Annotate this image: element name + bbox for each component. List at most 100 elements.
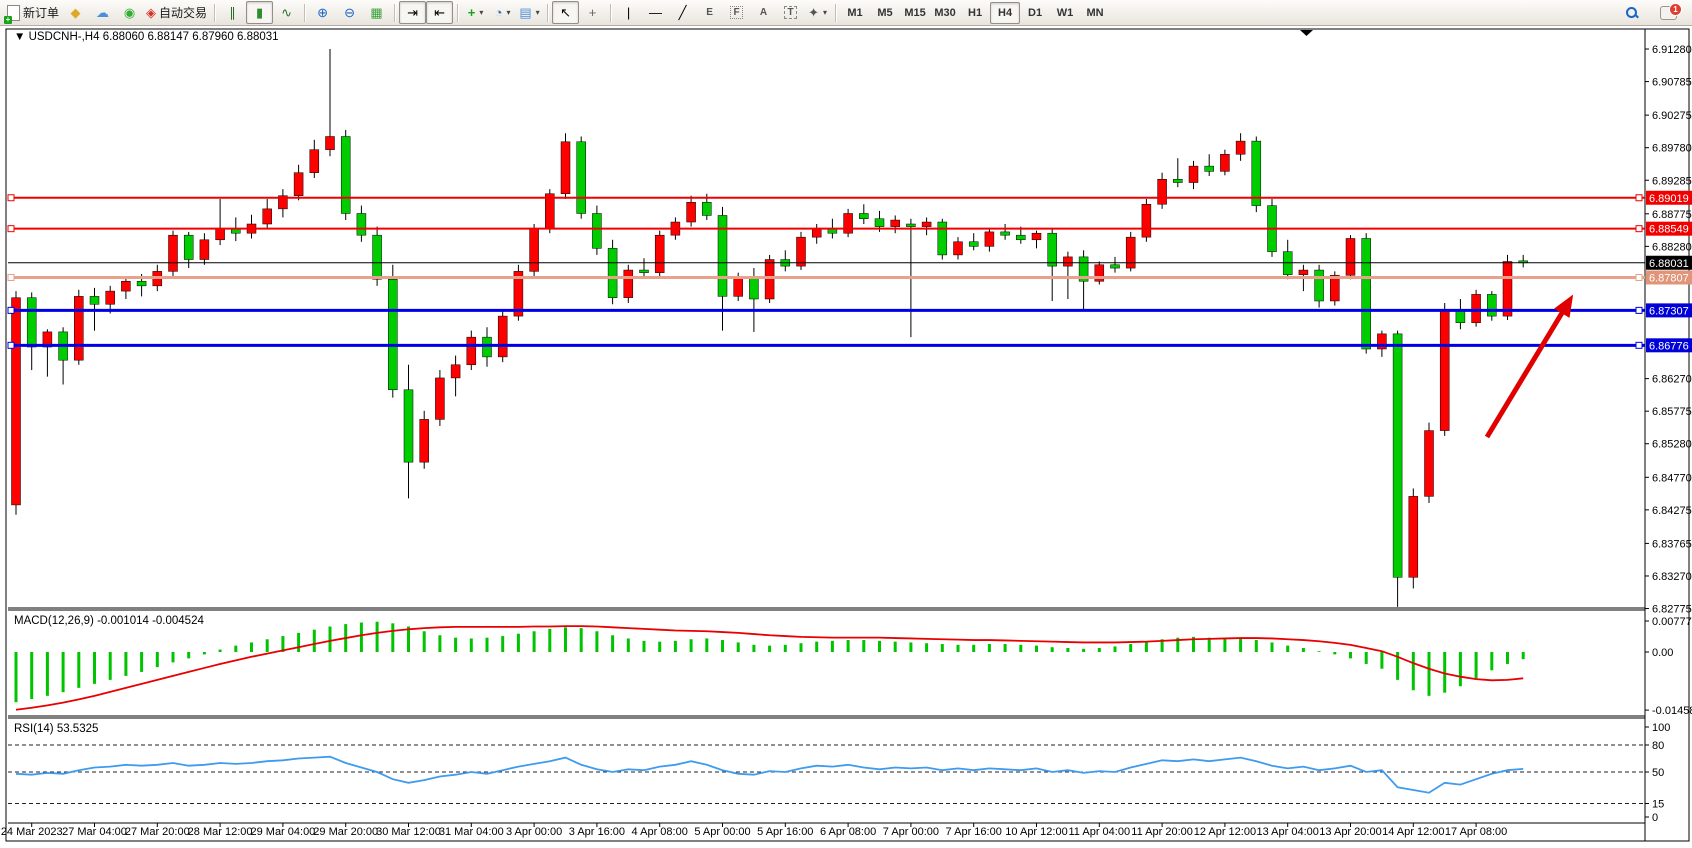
candle-bullish — [451, 365, 460, 378]
candle-bullish — [12, 298, 21, 505]
macd-histogram-bar — [77, 652, 80, 688]
price-tick-label: 6.84275 — [1652, 505, 1692, 517]
templates-button[interactable]: ▤ ▾ — [516, 1, 543, 24]
candle-bullish — [435, 378, 444, 419]
candlestick-chart-button[interactable]: ▮ — [246, 1, 273, 24]
candle-bullish — [294, 173, 303, 196]
macd-histogram-bar — [250, 642, 253, 652]
candle-bearish — [1252, 141, 1261, 205]
price-badge-label: 6.89019 — [1649, 193, 1689, 205]
hline-left-handle[interactable] — [8, 307, 14, 313]
notification-badge: 1 — [1669, 3, 1682, 16]
timeframe-button-h4[interactable]: H4 — [990, 2, 1020, 24]
metaeditor-button[interactable]: ◆ — [62, 1, 89, 24]
candle-bullish — [1063, 257, 1072, 266]
time-label: 13 Apr 04:00 — [1257, 826, 1319, 838]
bar-chart-button[interactable]: ∥ — [219, 1, 246, 24]
timeframe-button-mn[interactable]: MN — [1080, 2, 1110, 24]
cursor-button[interactable]: ↖ — [552, 1, 579, 24]
tile-windows-button[interactable]: ▦ — [363, 1, 390, 24]
time-label: 24 Mar 2023 — [1, 826, 63, 838]
hline-right-handle[interactable] — [1636, 226, 1642, 232]
chart-title[interactable]: ▼ USDCNH-,H4 6.88060 6.88147 6.87960 6.8… — [14, 31, 279, 43]
chart-canvas[interactable]: ▼ USDCNH-,H4 6.88060 6.88147 6.87960 6.8… — [0, 26, 1692, 848]
auto-scroll-button[interactable]: ⇥ — [399, 1, 426, 24]
timeframe-button-m15[interactable]: M15 — [900, 2, 930, 24]
candle-bearish — [1487, 294, 1496, 316]
arrows-button[interactable]: ✦ ▾ — [804, 1, 831, 24]
separator — [610, 4, 611, 22]
timeframe-button-m1[interactable]: M1 — [840, 2, 870, 24]
macd-histogram-bar — [109, 652, 112, 680]
new-order-label: 新订单 — [23, 4, 59, 21]
candle-bullish — [106, 291, 115, 304]
label-button[interactable]: T — [777, 1, 804, 24]
candle-bearish — [1048, 233, 1057, 266]
hline-left-handle[interactable] — [8, 342, 14, 348]
macd-histogram-bar — [847, 640, 850, 652]
vertical-line-button[interactable]: | — [615, 1, 642, 24]
candle-bearish — [1362, 238, 1371, 349]
indicators-icon: + — [468, 6, 476, 19]
chart-shift-icon: ⇤ — [434, 6, 445, 19]
macd-histogram-bar — [1051, 647, 1054, 652]
indicators-button[interactable]: + ▾ — [462, 1, 489, 24]
candle-bullish — [765, 260, 774, 299]
price-badge-label: 6.87807 — [1649, 272, 1689, 284]
hline-right-handle[interactable] — [1636, 307, 1642, 313]
candle-bullish — [263, 209, 272, 224]
line-chart-button[interactable]: ∿ — [273, 1, 300, 24]
hline-right-handle[interactable] — [1636, 274, 1642, 280]
macd-histogram-bar — [721, 640, 724, 652]
new-order-button[interactable]: + 新订单 — [4, 1, 62, 24]
autotrade-button[interactable]: ◈ 自动交易 — [143, 1, 210, 24]
macd-histogram-bar — [1223, 638, 1226, 652]
time-label: 7 Apr 00:00 — [883, 826, 939, 838]
macd-histogram-bar — [486, 638, 489, 652]
hline-left-handle[interactable] — [8, 226, 14, 232]
hline-left-handle[interactable] — [8, 274, 14, 280]
fibonacci-button[interactable]: F — [723, 1, 750, 24]
channel-button[interactable]: E — [696, 1, 723, 24]
macd-histogram-bar — [564, 627, 567, 652]
timeframe-button-h1[interactable]: H1 — [960, 2, 990, 24]
macd-histogram-bar — [643, 641, 646, 652]
macd-histogram-bar — [329, 627, 332, 652]
horizontal-line-button[interactable]: — — [642, 1, 669, 24]
periods-button[interactable]: ◔ ▾ — [489, 1, 516, 24]
text-button[interactable]: A — [750, 1, 777, 24]
search-button[interactable] — [1618, 1, 1645, 24]
separator — [394, 4, 395, 22]
candle-bullish — [1189, 166, 1198, 182]
candle-bullish — [1472, 294, 1481, 322]
hline-left-handle[interactable] — [8, 195, 14, 201]
price-tick-label: 6.90275 — [1652, 110, 1692, 122]
styler-button[interactable]: ☁ — [89, 1, 116, 24]
crosshair-button[interactable]: + — [579, 1, 606, 24]
chart-shift-button[interactable]: ⇤ — [426, 1, 453, 24]
macd-histogram-bar — [580, 628, 583, 652]
zoom-in-button[interactable]: ⊕ — [309, 1, 336, 24]
trendline-button[interactable]: ╱ — [669, 1, 696, 24]
macd-histogram-bar — [376, 622, 379, 652]
timeframe-button-w1[interactable]: W1 — [1050, 2, 1080, 24]
timeframe-button-m30[interactable]: M30 — [930, 2, 960, 24]
auto-scroll-icon: ⇥ — [407, 6, 418, 19]
time-label: 29 Mar 20:00 — [313, 826, 378, 838]
macd-histogram-bar — [1019, 645, 1022, 652]
signals-button[interactable]: ◉ — [116, 1, 143, 24]
macd-histogram-bar — [894, 642, 897, 652]
price-tick-label: 6.89780 — [1652, 143, 1692, 155]
bar-chart-icon: ∥ — [229, 6, 236, 19]
macd-histogram-bar — [1114, 646, 1117, 652]
zoom-out-button[interactable]: ⊖ — [336, 1, 363, 24]
hline-right-handle[interactable] — [1636, 342, 1642, 348]
timeframe-button-d1[interactable]: D1 — [1020, 2, 1050, 24]
notifications-button[interactable]: 1 — [1655, 1, 1682, 24]
rsi-tick-label: 0 — [1652, 812, 1658, 824]
macd-histogram-bar — [62, 652, 65, 692]
timeframe-button-m5[interactable]: M5 — [870, 2, 900, 24]
zoom-out-icon: ⊖ — [344, 6, 355, 19]
time-label: 5 Apr 00:00 — [694, 826, 750, 838]
hline-right-handle[interactable] — [1636, 195, 1642, 201]
